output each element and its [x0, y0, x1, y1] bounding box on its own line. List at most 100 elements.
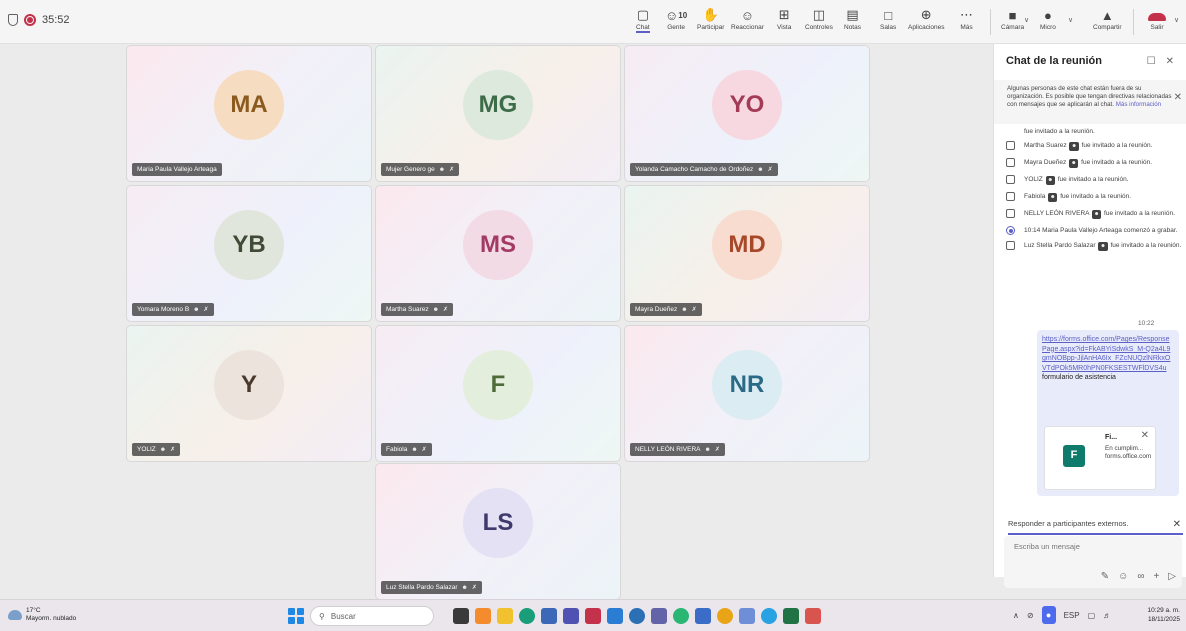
toolbar-divider — [990, 9, 991, 35]
message-timestamp: 10:22 — [1138, 320, 1155, 327]
weather-widget[interactable]: 17°C Mayorm. nublado — [8, 607, 76, 623]
participant-name-tag: YOLIZ ☻ ✗ — [132, 443, 181, 456]
app-icon[interactable] — [673, 608, 689, 624]
share-button[interactable]: ▲ Compartir — [1093, 6, 1122, 32]
external-badge-icon: ☻ — [1048, 193, 1058, 202]
reply-label: Responder a participantes externos. — [1008, 519, 1129, 528]
excel-icon[interactable] — [783, 608, 799, 624]
event-action: fue invitado a la reunión. — [1060, 193, 1132, 200]
participant-tile[interactable]: MG Mujer Genero ge ☻ ✗ — [375, 45, 621, 182]
app-icon[interactable] — [805, 608, 821, 624]
app-icon[interactable] — [761, 608, 777, 624]
meeting-status: 35:52 — [8, 14, 70, 26]
clock-time: 10:29 a. m. — [1147, 607, 1180, 614]
emoji-icon[interactable]: ☺ — [1118, 571, 1128, 582]
mic-in-use-icon[interactable]: ● — [1041, 606, 1056, 624]
forms-logo-icon: F — [1063, 445, 1085, 467]
store-icon[interactable] — [541, 608, 557, 624]
taskview-icon[interactable] — [453, 608, 469, 624]
participant-tile[interactable]: MS Martha Suarez ☻ ✗ — [375, 185, 621, 322]
external-badge-icon: ☻ — [1045, 176, 1055, 185]
forms-link[interactable]: https://forms.office.com/Pages/ResponseP… — [1042, 335, 1174, 373]
app-icon[interactable] — [739, 608, 755, 624]
react-button[interactable]: ☺ Reaccionar — [731, 6, 764, 32]
close-icon[interactable]: ✕ — [1141, 431, 1149, 441]
format-icon[interactable]: ✎ — [1101, 571, 1109, 582]
grid-icon: ⊞ — [778, 7, 790, 22]
invite-icon — [1006, 192, 1015, 201]
people-button[interactable]: ☺ 10 Gente — [665, 6, 687, 32]
chat-title: Chat de la reunión — [1006, 55, 1102, 67]
chat-icon: ▢ — [636, 7, 650, 22]
external-badge-icon: ☻ — [1091, 210, 1102, 219]
chat-event: NELLY LEÓN RIVERA ☻ fue invitado a la re… — [1006, 209, 1182, 221]
leave-options-chevron-icon[interactable]: ∨ — [1174, 16, 1179, 24]
participant-tile[interactable]: LS Luz Stella Pardo Salazar ☻ ✗ — [375, 463, 621, 600]
windows-start-icon[interactable] — [288, 608, 304, 624]
loop-icon[interactable]: ∞ — [1137, 571, 1144, 582]
participant-tile[interactable]: YO Yolanda Camacho Camacho de Ordoñez ☻ ✗ — [624, 45, 870, 182]
close-icon[interactable]: ✕ — [1173, 519, 1181, 530]
link-preview-card[interactable]: F Fi... ✕ En cumplim... forms.office.com — [1044, 426, 1156, 490]
participant-tile[interactable]: YB Yomara Moreno B ☻ ✗ — [126, 185, 372, 322]
plus-icon[interactable]: + — [1153, 571, 1159, 582]
chat-button[interactable]: ▢ Chat — [636, 6, 650, 33]
taskbar-clock[interactable]: 10:29 a. m. 18/11/2025 — [1147, 606, 1180, 624]
mic-button[interactable]: ● Micro — [1040, 6, 1056, 32]
leave-button[interactable]: Salir — [1148, 6, 1166, 31]
participant-tile[interactable]: MD Mayra Dueñez ☻ ✗ — [624, 185, 870, 322]
participant-name: Fabiola — [386, 446, 408, 453]
participant-tile[interactable]: Y YOLIZ ☻ ✗ — [126, 325, 372, 462]
volume-icon[interactable]: ♬ — [1103, 611, 1111, 620]
file-explorer-icon[interactable] — [497, 608, 513, 624]
weather-desc: Mayorm. nublado — [26, 615, 77, 622]
external-badge-icon: ☻ — [1069, 159, 1079, 168]
taskbar-search[interactable]: ⚲ Buscar — [310, 606, 434, 626]
mic-options-chevron-icon[interactable]: ∨ — [1068, 16, 1073, 24]
participant-tile[interactable]: NR NELLY LEÓN RIVERA ☻ ✗ — [624, 325, 870, 462]
avatar: YO — [712, 70, 782, 140]
message-input[interactable] — [1014, 542, 1174, 551]
apps-button[interactable]: ⊕ Aplicaciones — [908, 6, 945, 31]
camera-button[interactable]: ■ Cámara — [1001, 6, 1024, 32]
send-icon[interactable]: ▷ — [1168, 571, 1176, 582]
record-icon — [1006, 226, 1015, 235]
event-action: fue invitado a la reunión. — [1057, 176, 1129, 183]
language-indicator[interactable]: ESP — [1064, 611, 1080, 620]
avatar: YB — [214, 210, 284, 280]
external-user-icon: ☻ — [704, 446, 711, 453]
popout-icon[interactable]: ☐ — [1147, 56, 1156, 67]
notes-button[interactable]: ▤ Notas — [844, 6, 861, 31]
event-person: YOLIZ — [1024, 176, 1043, 183]
display-icon[interactable]: ▢ — [1088, 611, 1096, 620]
more-info-link[interactable]: Más información — [1116, 101, 1161, 108]
close-icon[interactable]: ✕ — [1166, 56, 1174, 67]
network-off-icon[interactable]: ⊘ — [1027, 611, 1034, 620]
participant-tile[interactable]: F Fabiola ☻ ✗ — [375, 325, 621, 462]
mic-muted-icon: ✗ — [691, 307, 697, 313]
close-icon[interactable]: ✕ — [1174, 93, 1182, 103]
raise-hand-button[interactable]: ✋ Participar — [697, 6, 724, 31]
chrome-icon[interactable] — [717, 608, 733, 624]
rooms-button[interactable]: □ Salas — [880, 6, 896, 32]
mic-muted-icon: ✗ — [203, 307, 209, 313]
app-icon[interactable] — [629, 608, 645, 624]
participant-name-tag: Yolanda Camacho Camacho de Ordoñez ☻ ✗ — [630, 163, 778, 176]
edge-icon[interactable] — [519, 608, 535, 624]
outlook-icon[interactable] — [607, 608, 623, 624]
camera-options-chevron-icon[interactable]: ∨ — [1024, 16, 1029, 24]
plus-icon: ⊕ — [920, 7, 932, 22]
participant-tile[interactable]: MA Maria Paula Vallejo Arteaga — [126, 45, 372, 182]
copilot-icon[interactable] — [475, 608, 491, 624]
more-button[interactable]: ⋯ Más — [960, 6, 973, 31]
view-button[interactable]: ⊞ Vista — [777, 6, 791, 31]
app-icon[interactable] — [695, 608, 711, 624]
mic-muted-icon: ✗ — [442, 307, 448, 313]
chevron-up-icon[interactable]: ∧ — [1013, 611, 1019, 620]
event-person: NELLY LEÓN RIVERA — [1024, 210, 1090, 217]
chat-event: YOLIZ ☻ fue invitado a la reunión. — [1006, 175, 1182, 187]
app-icon[interactable] — [585, 608, 601, 624]
teams-icon[interactable] — [651, 608, 667, 624]
controls-button[interactable]: ◫ Controles — [805, 6, 833, 31]
teams-icon[interactable] — [563, 608, 579, 624]
